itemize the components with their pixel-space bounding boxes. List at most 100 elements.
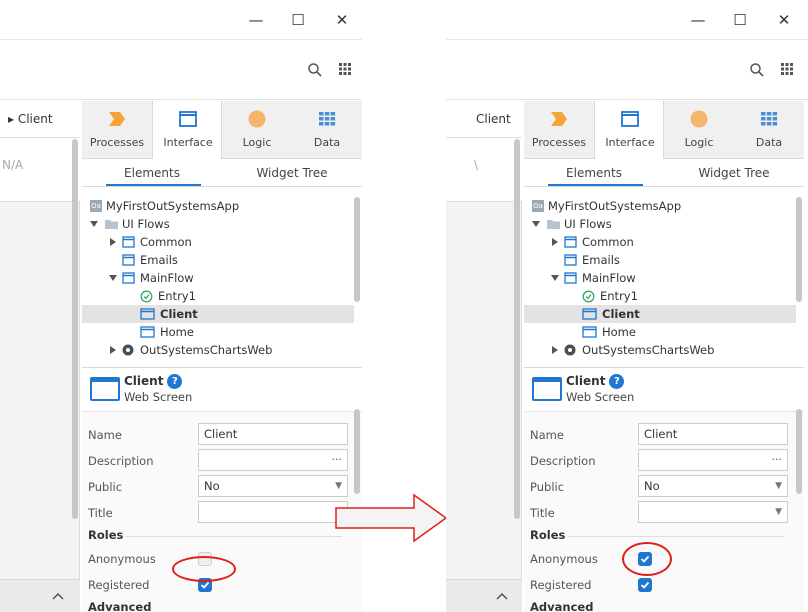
divider [524, 367, 804, 368]
subtab-elements[interactable]: Elements [82, 159, 222, 187]
tree-label: Common [582, 235, 634, 249]
toolbar [446, 40, 808, 100]
editor-content: N/A [0, 138, 80, 202]
title-select[interactable]: ▼ [198, 501, 348, 523]
sub-tabs: Elements Widget Tree [524, 159, 804, 187]
web-screen-icon [532, 377, 562, 401]
tab-interface[interactable]: Interface [152, 101, 222, 159]
public-select[interactable]: No ▼ [638, 475, 788, 497]
screen-type: Web Screen [566, 390, 635, 404]
tree-item-app[interactable]: Oa MyFirstOutSystemsApp [524, 197, 796, 215]
tree-label: MyFirstOutSystemsApp [548, 199, 682, 213]
chevron-right-icon[interactable] [552, 346, 558, 354]
tree-item-ui-flows[interactable]: UI Flows [82, 215, 354, 233]
properties-scrollbar[interactable] [354, 409, 360, 494]
properties-scrollbar[interactable] [796, 409, 802, 494]
registered-checkbox[interactable] [638, 578, 652, 592]
layer-tabs: Processes Interface Logic Data [524, 101, 804, 159]
tree-item-emails[interactable]: Emails [524, 251, 796, 269]
chevron-right-icon[interactable] [110, 346, 116, 354]
tree-item-ui-flows[interactable]: UI Flows [524, 215, 796, 233]
close-button[interactable]: ✕ [330, 8, 354, 32]
public-select[interactable]: No ▼ [198, 475, 348, 497]
title-label: Title [88, 506, 113, 520]
tab-data[interactable]: Data [292, 101, 362, 159]
name-field[interactable]: Client [638, 423, 788, 445]
tab-interface[interactable]: Interface [594, 101, 664, 159]
minimize-button[interactable]: — [686, 8, 710, 32]
tree-item-mainflow[interactable]: MainFlow [524, 269, 796, 287]
chevron-up-icon[interactable] [52, 592, 64, 600]
module-icon [122, 344, 134, 356]
registered-label: Registered [88, 578, 150, 592]
tree-label: MainFlow [140, 271, 194, 285]
tree-item-emails[interactable]: Emails [82, 251, 354, 269]
tree-item-charts[interactable]: OutSystemsChartsWeb [82, 341, 354, 359]
tree-item-charts[interactable]: OutSystemsChartsWeb [524, 341, 796, 359]
description-field[interactable]: ... [198, 449, 348, 471]
tree-item-home[interactable]: Home [82, 323, 354, 341]
tree-item-entry1[interactable]: Entry1 [82, 287, 354, 305]
subtab-elements[interactable]: Elements [524, 159, 664, 187]
close-button[interactable]: ✕ [772, 8, 796, 32]
layer-tabs: Processes Interface Logic Data [82, 101, 362, 159]
tree-item-home[interactable]: Home [524, 323, 796, 341]
grid-icon[interactable] [778, 62, 796, 80]
tab-processes[interactable]: Processes [82, 101, 152, 159]
tab-logic[interactable]: Logic [222, 101, 292, 159]
title-select[interactable]: ▼ [638, 501, 788, 523]
screen-icon [140, 308, 155, 320]
chevron-down-icon[interactable] [551, 275, 559, 281]
chevron-right-icon[interactable] [110, 238, 116, 246]
editor-value: \ [474, 158, 479, 172]
tree-label: Common [140, 235, 192, 249]
tree-item-client[interactable]: Client [82, 305, 354, 323]
chevron-right-icon[interactable] [552, 238, 558, 246]
minimize-button[interactable]: — [244, 8, 268, 32]
side-panel: Processes Interface Logic Data Elements … [524, 101, 804, 612]
tree-item-app[interactable]: Oa MyFirstOutSystemsApp [82, 197, 354, 215]
search-icon[interactable] [748, 62, 766, 80]
processes-icon [551, 112, 567, 126]
tab-logic[interactable]: Logic [664, 101, 734, 159]
tab-processes[interactable]: Processes [524, 101, 594, 159]
name-field[interactable]: Client [198, 423, 348, 445]
tree-label: Emails [140, 253, 178, 267]
maximize-button[interactable]: ☐ [286, 8, 310, 32]
ellipsis-button[interactable]: ... [772, 447, 783, 467]
tab-label: Logic [684, 136, 714, 149]
editor-scrollbar[interactable] [514, 139, 520, 519]
screen-title: Client? [566, 374, 625, 389]
description-field[interactable]: ... [638, 449, 788, 471]
tree-scrollbar[interactable] [796, 197, 802, 302]
help-icon[interactable]: ? [167, 374, 183, 389]
editor-tab[interactable]: Client [446, 101, 522, 138]
tab-data[interactable]: Data [734, 101, 804, 159]
subtab-widget-tree[interactable]: Widget Tree [222, 159, 362, 187]
tree-item-client[interactable]: Client [524, 305, 796, 323]
editor-tab[interactable]: ▸ Client [0, 101, 80, 138]
tree-item-common[interactable]: Common [524, 233, 796, 251]
tree-label: Home [160, 325, 194, 339]
tree-item-mainflow[interactable]: MainFlow [82, 269, 354, 287]
chevron-down-icon[interactable] [532, 221, 540, 227]
name-label: Name [530, 428, 564, 442]
subtab-widget-tree[interactable]: Widget Tree [664, 159, 804, 187]
name-value: Client [204, 427, 238, 441]
help-icon[interactable]: ? [609, 374, 625, 389]
tree-item-common[interactable]: Common [82, 233, 354, 251]
chevron-down-icon[interactable] [90, 221, 98, 227]
chevron-down-icon[interactable] [109, 275, 117, 281]
ellipsis-button[interactable]: ... [332, 447, 343, 467]
search-icon[interactable] [306, 62, 324, 80]
screen-name: Client [566, 374, 606, 388]
chevron-up-icon[interactable] [496, 592, 508, 600]
maximize-button[interactable]: ☐ [728, 8, 752, 32]
check-icon [640, 581, 650, 589]
editor-scrollbar[interactable] [72, 139, 78, 519]
tree-label: UI Flows [122, 217, 170, 231]
tree-scrollbar[interactable] [354, 197, 360, 302]
tab-label: Data [313, 136, 341, 149]
grid-icon[interactable] [336, 62, 354, 80]
tree-item-entry1[interactable]: Entry1 [524, 287, 796, 305]
